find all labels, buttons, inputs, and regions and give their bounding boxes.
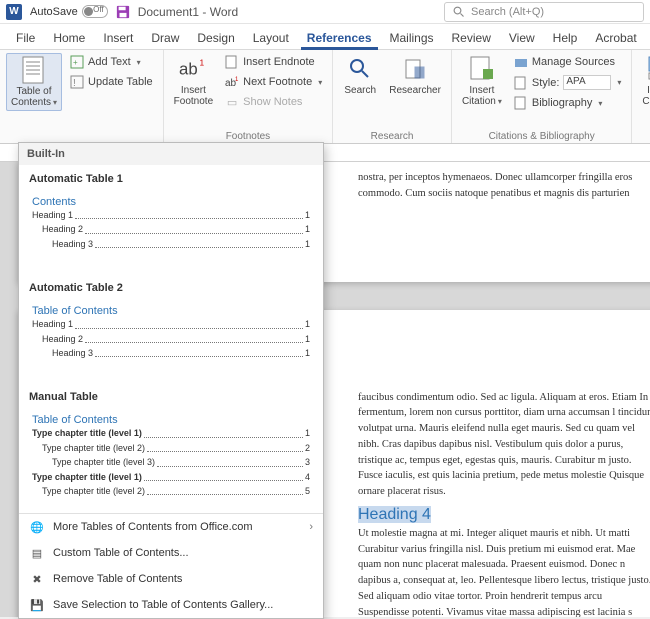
more-toc-menuitem[interactable]: 🌐 More Tables of Contents from Office.co… (19, 514, 323, 540)
group-research: Search Researcher Research (333, 50, 452, 143)
toc-icon (20, 56, 48, 84)
titlebar: W AutoSave Off Document1 - Word Search (… (0, 0, 650, 24)
endnote-icon (225, 55, 239, 69)
captions-group-label: Captions (638, 130, 650, 142)
manage-sources-button[interactable]: Manage Sources (510, 53, 626, 71)
bibliography-button[interactable]: Bibliography▾ (510, 94, 626, 112)
tab-mailings[interactable]: Mailings (382, 27, 442, 49)
search-placeholder: Search (Alt+Q) (471, 6, 544, 18)
tab-design[interactable]: Design (189, 27, 242, 49)
next-footnote-icon: ab1 (225, 75, 239, 89)
group-captions: Insert Caption ▤Insert Table ▤Update Tab… (632, 50, 650, 143)
svg-text:!: ! (73, 78, 76, 89)
next-footnote-button[interactable]: ab1Next Footnote▾ (221, 73, 326, 91)
group-citations: Insert Citation▾ Manage Sources Style: A… (452, 50, 632, 143)
gallery-auto1[interactable]: Automatic Table 1 Contents Heading 11 He… (19, 165, 323, 274)
remove-toc-menuitem[interactable]: ✖ Remove Table of Contents (19, 566, 323, 592)
svg-text:1: 1 (235, 77, 239, 83)
body-text: Ut molestie magna at mi. Integer aliquet… (358, 526, 650, 617)
smart-search-button[interactable]: Search (339, 53, 381, 98)
search-icon (453, 6, 465, 18)
group-toc: Table of Contents▾ +Add Text▾ !Update Ta… (0, 50, 164, 143)
researcher-icon (401, 55, 429, 83)
caption-icon (646, 55, 650, 83)
custom-toc-icon: ▤ (29, 545, 45, 561)
remove-toc-icon: ✖ (29, 571, 45, 587)
insert-citation-button[interactable]: Insert Citation▾ (458, 53, 506, 109)
svg-text:1: 1 (200, 57, 205, 67)
insert-endnote-button[interactable]: Insert Endnote (221, 53, 326, 71)
gallery-manual[interactable]: Manual Table Table of Contents Type chap… (19, 383, 323, 513)
add-text-icon: + (70, 55, 84, 69)
tab-help[interactable]: Help (545, 27, 586, 49)
toggle-icon: Off (82, 5, 108, 18)
tab-layout[interactable]: Layout (245, 27, 297, 49)
footnote-icon: ab1 (179, 55, 207, 83)
tab-file[interactable]: File (8, 27, 43, 49)
citation-icon (468, 55, 496, 83)
gallery-auto2[interactable]: Automatic Table 2 Table of Contents Head… (19, 274, 323, 383)
add-text-button[interactable]: +Add Text▾ (66, 53, 157, 71)
update-table-button[interactable]: !Update Table (66, 73, 157, 91)
body-text: nostra, per inceptos hymenaeos. Donec ul… (358, 170, 650, 186)
tab-draw[interactable]: Draw (143, 27, 187, 49)
ribbon: Table of Contents▾ +Add Text▾ !Update Ta… (0, 50, 650, 144)
menubar: File Home Insert Draw Design Layout Refe… (0, 24, 650, 50)
researcher-button[interactable]: Researcher (385, 53, 445, 98)
manage-sources-icon (514, 55, 528, 69)
insert-caption-button[interactable]: Insert Caption (638, 53, 650, 109)
body-text: commodo. Cum sociis natoque penatibus et… (358, 186, 650, 202)
toc-gallery-dropdown: Built-In Automatic Table 1 Contents Head… (18, 142, 324, 619)
builtin-label: Built-In (19, 143, 323, 165)
save-gallery-icon: 💾 (29, 597, 45, 613)
save-icon[interactable] (116, 5, 130, 19)
show-notes-button: ▭Show Notes (221, 93, 326, 111)
tab-references[interactable]: References (299, 27, 380, 49)
document-title: Document1 - Word (138, 5, 238, 19)
tab-home[interactable]: Home (45, 27, 93, 49)
custom-toc-menuitem[interactable]: ▤ Custom Table of Contents... (19, 540, 323, 566)
word-icon: W (6, 4, 22, 20)
svg-text:ab: ab (179, 60, 198, 79)
autosave-label: AutoSave (30, 6, 78, 18)
footnotes-group-label: Footnotes (170, 130, 327, 142)
tab-insert[interactable]: Insert (95, 27, 141, 49)
group-footnotes: ab1 Insert Footnote Insert Endnote ab1Ne… (164, 50, 334, 143)
globe-icon: 🌐 (29, 519, 45, 535)
citations-group-label: Citations & Bibliography (458, 130, 625, 142)
chevron-right-icon: › (309, 521, 313, 533)
style-icon (514, 76, 528, 90)
heading-4[interactable]: Heading 4 (358, 506, 650, 524)
search-input[interactable]: Search (Alt+Q) (444, 2, 644, 22)
tab-review[interactable]: Review (444, 27, 499, 49)
research-group-label: Research (339, 130, 445, 142)
svg-text:+: + (73, 58, 78, 67)
body-text: faucibus condimentum odio. Sed ac ligula… (358, 390, 650, 500)
update-icon: ! (70, 75, 84, 89)
style-select[interactable]: Style: APA▾ (510, 73, 626, 92)
tab-acrobat[interactable]: Acrobat (587, 27, 644, 49)
toc-button[interactable]: Table of Contents▾ (6, 53, 62, 111)
tab-view[interactable]: View (501, 27, 543, 49)
save-selection-menuitem[interactable]: 💾 Save Selection to Table of Contents Ga… (19, 592, 323, 618)
autosave-toggle[interactable]: AutoSave Off (30, 5, 108, 18)
bibliography-icon (514, 96, 528, 110)
insert-footnote-button[interactable]: ab1 Insert Footnote (170, 53, 217, 109)
show-notes-icon: ▭ (225, 95, 239, 109)
search-big-icon (346, 55, 374, 83)
